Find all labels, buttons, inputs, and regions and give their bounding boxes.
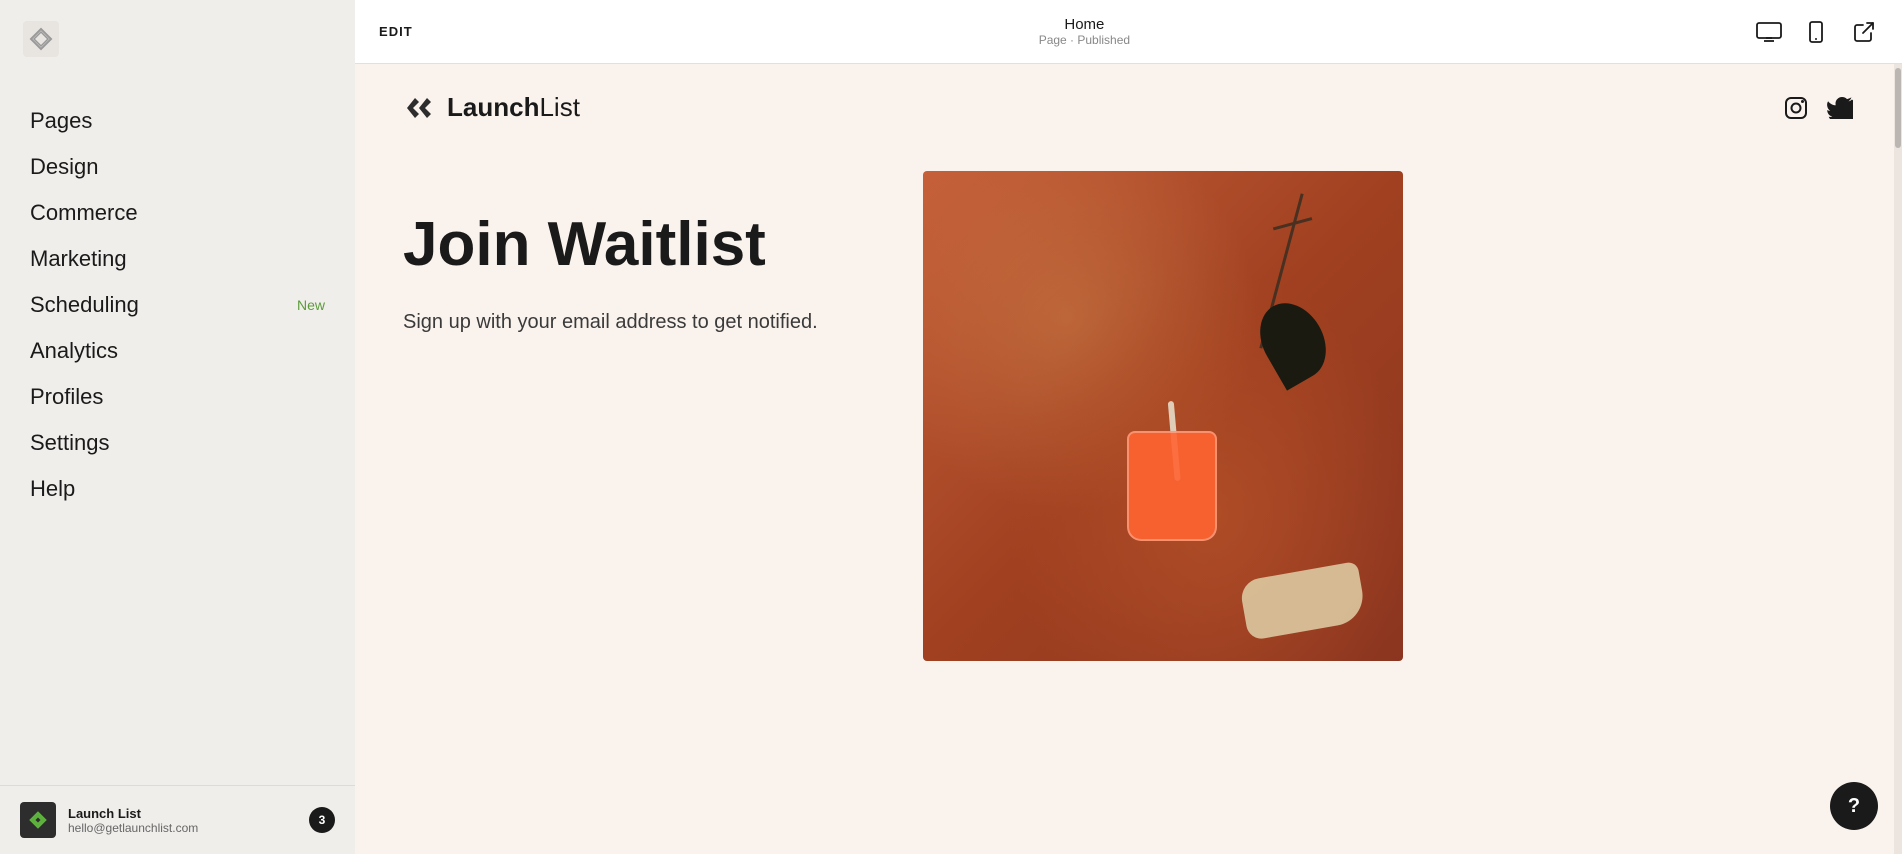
image-cup: [1127, 431, 1217, 541]
site-content: Join Waitlist Sign up with your email ad…: [355, 151, 1902, 661]
sidebar-item-design[interactable]: Design: [0, 144, 355, 190]
site-logo-bold-text: Launch: [447, 92, 539, 123]
site-logo-chevrons: [403, 93, 441, 123]
scrollbar-thumb: [1895, 68, 1901, 148]
image-ginger: [1239, 561, 1368, 641]
topbar-actions: [1756, 18, 1878, 46]
page-title: Home: [1064, 16, 1104, 33]
footer-brand-icon: [20, 802, 56, 838]
topbar-page-info: Home Page · Published: [1039, 16, 1130, 47]
site-header: LaunchList: [355, 64, 1902, 151]
sidebar-item-analytics[interactable]: Analytics: [0, 328, 355, 374]
sidebar-item-commerce[interactable]: Commerce: [0, 190, 355, 236]
site-text-content: Join Waitlist Sign up with your email ad…: [403, 171, 883, 337]
instagram-icon[interactable]: [1782, 94, 1810, 122]
sidebar-item-pages[interactable]: Pages: [0, 98, 355, 144]
site-heading: Join Waitlist: [403, 211, 883, 279]
squarespace-logo-icon[interactable]: [20, 18, 62, 60]
open-external-icon[interactable]: [1850, 18, 1878, 46]
preview-frame: LaunchList: [355, 64, 1902, 854]
sidebar-item-profiles[interactable]: Profiles: [0, 374, 355, 420]
site-nav-social-icons: [1782, 94, 1854, 122]
mobile-view-icon[interactable]: [1802, 18, 1830, 46]
sidebar-footer: Launch List hello@getlaunchlist.com 3: [0, 785, 355, 854]
site-subtext: Sign up with your email address to get n…: [403, 307, 883, 337]
sidebar-item-help[interactable]: Help: [0, 466, 355, 512]
sidebar-item-scheduling[interactable]: Scheduling New: [0, 282, 355, 328]
image-leaf: [1247, 291, 1339, 390]
site-preview: LaunchList: [355, 64, 1902, 854]
sidebar-logo-area: [0, 0, 355, 78]
site-logo: LaunchList: [403, 92, 580, 123]
site-hero-image: [923, 171, 1403, 661]
sidebar-item-settings[interactable]: Settings: [0, 420, 355, 466]
sidebar-item-marketing[interactable]: Marketing: [0, 236, 355, 282]
page-subtitle: Page · Published: [1039, 33, 1130, 47]
sidebar: Pages Design Commerce Marketing Scheduli…: [0, 0, 355, 854]
main-area: EDIT Home Page · Published: [355, 0, 1902, 854]
desktop-view-icon[interactable]: [1756, 21, 1782, 43]
footer-user-info[interactable]: Launch List hello@getlaunchlist.com: [20, 802, 198, 838]
notification-badge[interactable]: 3: [309, 807, 335, 833]
footer-account-info: Launch List hello@getlaunchlist.com: [68, 806, 198, 835]
sidebar-navigation: Pages Design Commerce Marketing Scheduli…: [0, 78, 355, 785]
topbar: EDIT Home Page · Published: [355, 0, 1902, 64]
preview-scrollbar[interactable]: [1894, 64, 1902, 854]
help-button[interactable]: ?: [1830, 782, 1878, 830]
edit-button[interactable]: EDIT: [379, 24, 413, 39]
site-logo-light-text: List: [539, 92, 579, 123]
twitter-icon[interactable]: [1826, 94, 1854, 122]
